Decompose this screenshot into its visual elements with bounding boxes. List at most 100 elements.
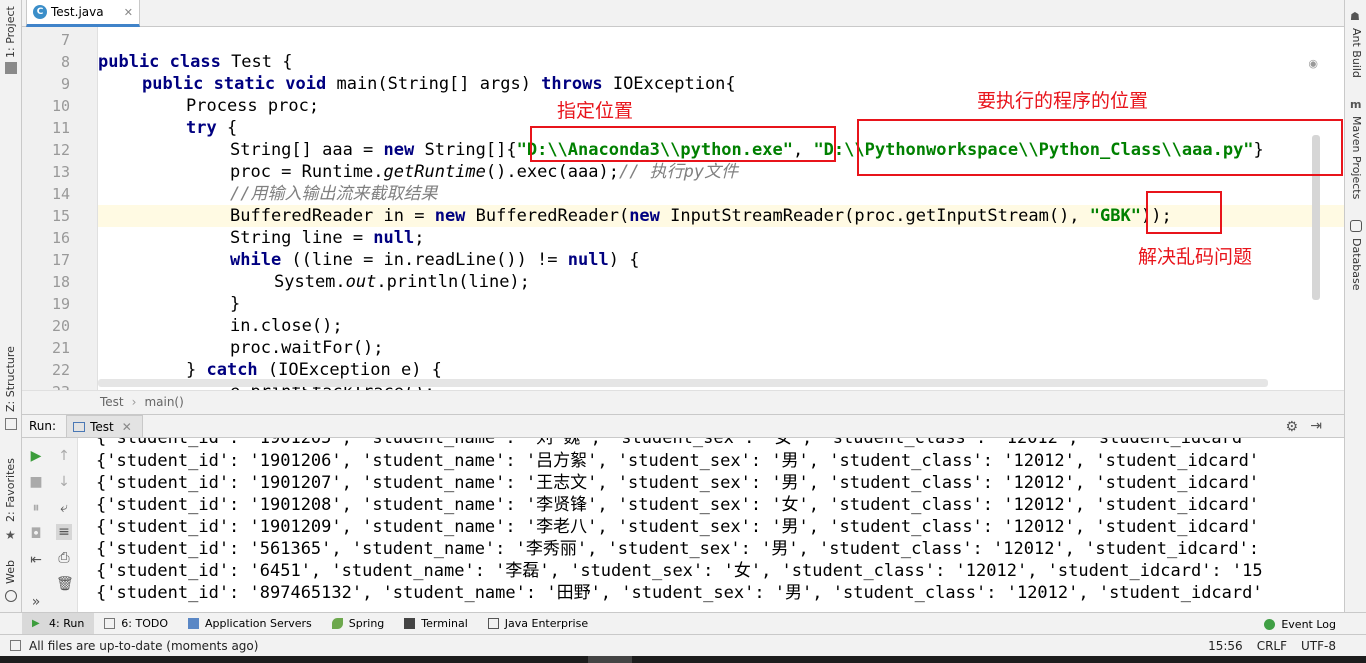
status-bar: All files are up-to-date (moments ago) 1… bbox=[0, 634, 1366, 656]
code-line: public class Test { bbox=[98, 52, 293, 72]
code-line: System.out.println(line); bbox=[274, 272, 530, 292]
maven-icon[interactable]: m bbox=[1350, 98, 1362, 111]
code-line: public static void main(String[] args) t… bbox=[142, 74, 736, 94]
line-number: 16 bbox=[51, 229, 70, 247]
status-window-icon[interactable] bbox=[10, 640, 21, 651]
editor-tab-bar: C Test.java ✕ bbox=[22, 0, 1344, 27]
breadcrumb-class[interactable]: Test bbox=[100, 395, 124, 409]
console-line: {'student_id': '1901205', 'student_name'… bbox=[96, 438, 1253, 448]
status-message: All files are up-to-date (moments ago) bbox=[29, 638, 259, 653]
soft-wrap-icon[interactable]: ⤶ bbox=[56, 500, 72, 516]
line-number: 9 bbox=[60, 75, 70, 93]
taskbar-button[interactable] bbox=[588, 656, 632, 663]
app-servers-tool-button[interactable]: Application Servers bbox=[178, 613, 322, 635]
run-title: Run: bbox=[29, 419, 57, 433]
file-encoding[interactable]: UTF-8 bbox=[1301, 639, 1336, 653]
todo-tool-button[interactable]: 6: TODO bbox=[94, 613, 178, 635]
editor-horizontal-scrollbar[interactable] bbox=[98, 379, 1268, 387]
trash-icon[interactable]: 🗑 bbox=[56, 576, 74, 592]
print-icon[interactable]: ⎙ bbox=[56, 550, 72, 566]
exit-icon[interactable]: ⇤ bbox=[28, 552, 44, 568]
scroll-up-icon[interactable]: ↑ bbox=[56, 448, 72, 464]
run-icon: ▶ bbox=[32, 618, 40, 629]
scroll-to-end-icon[interactable]: ≡ bbox=[56, 524, 72, 540]
annotation-program-position: 要执行的程序的位置 bbox=[977, 90, 1149, 112]
run-tab-label: Test bbox=[90, 419, 114, 434]
maven-projects-tool-button[interactable]: Maven Projects bbox=[1350, 116, 1363, 199]
spring-label: Spring bbox=[348, 617, 385, 630]
ant-icon[interactable]: ☗ bbox=[1350, 10, 1362, 23]
caret-position[interactable]: 15:56 bbox=[1208, 639, 1243, 653]
more-icon[interactable]: » bbox=[28, 594, 44, 610]
line-number: 18 bbox=[51, 273, 70, 291]
console-line: {'student_id': '1901208', 'student_name'… bbox=[96, 495, 1260, 515]
console-line: {'student_id': '897465132', 'student_nam… bbox=[96, 583, 1263, 603]
ant-build-tool-button[interactable]: Ant Build bbox=[1350, 28, 1363, 78]
dump-threads-icon[interactable]: ◘ bbox=[28, 526, 44, 542]
web-tool-button[interactable]: Web bbox=[4, 560, 17, 584]
scroll-down-icon[interactable]: ↓ bbox=[56, 474, 72, 490]
tab-label: Test.java bbox=[51, 5, 104, 19]
spring-tool-button[interactable]: Spring bbox=[322, 613, 395, 635]
rerun-icon[interactable]: ▶ bbox=[28, 448, 44, 464]
line-separator[interactable]: CRLF bbox=[1257, 639, 1287, 653]
run-toolbar: ▶ ↑ ■ ↓ ⏸ ⤶ ◘ ≡ ⇤ ⎙ 🗑 » bbox=[22, 438, 78, 612]
python-exe-highlight bbox=[530, 126, 836, 162]
line-number: 7 bbox=[60, 31, 70, 49]
run-tool-label: 4: Run bbox=[49, 617, 85, 630]
console-line: {'student_id': '1901209', 'student_name'… bbox=[96, 517, 1260, 537]
favorites-star-icon[interactable]: ★ bbox=[5, 528, 17, 542]
project-tool-button[interactable]: 1: Project bbox=[4, 6, 17, 58]
database-tool-button[interactable]: Database bbox=[1350, 238, 1363, 291]
structure-icon[interactable] bbox=[5, 418, 17, 430]
terminal-icon bbox=[404, 618, 416, 629]
console-output[interactable]: {'student_id': '1901205', 'student_name'… bbox=[78, 438, 1344, 612]
line-number: 22 bbox=[51, 361, 70, 379]
line-number: 14 bbox=[51, 185, 70, 203]
annotation-position: 指定位置 bbox=[557, 100, 634, 122]
java-enterprise-icon bbox=[487, 618, 499, 629]
gear-icon[interactable]: ⚙ bbox=[1285, 419, 1298, 435]
hide-panel-icon[interactable]: ⇥ bbox=[1310, 418, 1322, 434]
project-icon[interactable] bbox=[5, 62, 17, 74]
code-line: } bbox=[230, 294, 241, 314]
console-line: {'student_id': '561365', 'student_name':… bbox=[96, 539, 1260, 559]
stop-icon[interactable]: ■ bbox=[28, 474, 44, 490]
structure-tool-button[interactable]: Z: Structure bbox=[4, 346, 17, 412]
event-log-icon bbox=[1264, 618, 1276, 630]
todo-label: 6: TODO bbox=[121, 617, 169, 630]
line-number: 17 bbox=[51, 251, 70, 269]
terminal-tool-button[interactable]: Terminal bbox=[394, 613, 478, 635]
favorites-tool-button[interactable]: 2: Favorites bbox=[4, 458, 17, 522]
java-enterprise-label: Java Enterprise bbox=[504, 617, 589, 630]
line-number: 8 bbox=[60, 53, 70, 71]
java-class-icon: C bbox=[33, 5, 47, 19]
os-taskbar bbox=[0, 656, 1366, 663]
web-icon[interactable] bbox=[5, 590, 17, 602]
left-tool-strip: 1: Project Z: Structure ★ 2: Favorites W… bbox=[0, 0, 22, 612]
line-number: 13 bbox=[51, 163, 70, 181]
java-enterprise-tool-button[interactable]: Java Enterprise bbox=[478, 613, 598, 635]
database-icon[interactable] bbox=[1350, 220, 1362, 232]
code-line: } catch (IOException e) { bbox=[186, 360, 442, 380]
breadcrumb-method[interactable]: main() bbox=[144, 395, 183, 409]
eye-icon[interactable]: ◉ bbox=[1308, 57, 1318, 70]
tab-test-java[interactable]: C Test.java ✕ bbox=[26, 0, 140, 27]
line-number: 21 bbox=[51, 339, 70, 357]
run-tool-button[interactable]: ▶ 4: Run bbox=[22, 612, 95, 635]
run-tab-test[interactable]: Test ✕ bbox=[66, 415, 143, 437]
right-tool-strip: ☗ Ant Build m Maven Projects Database bbox=[1344, 0, 1366, 612]
server-icon bbox=[188, 618, 200, 629]
pause-icon[interactable]: ⏸ bbox=[28, 500, 44, 516]
run-config-icon bbox=[73, 421, 86, 432]
event-log-button[interactable]: Event Log bbox=[1264, 613, 1336, 635]
close-icon[interactable]: ✕ bbox=[124, 6, 133, 19]
run-panel-header: Run: Test ✕ ⚙ ⇥ bbox=[22, 414, 1344, 438]
status-right: 15:56 CRLF UTF-8 bbox=[1194, 635, 1336, 657]
code-line: proc.waitFor(); bbox=[230, 338, 384, 358]
console-line: {'student_id': '1901207', 'student_name'… bbox=[96, 473, 1260, 493]
app-servers-label: Application Servers bbox=[205, 617, 312, 630]
close-icon[interactable]: ✕ bbox=[122, 420, 132, 434]
gbk-highlight bbox=[1146, 191, 1222, 234]
todo-icon bbox=[104, 618, 116, 629]
